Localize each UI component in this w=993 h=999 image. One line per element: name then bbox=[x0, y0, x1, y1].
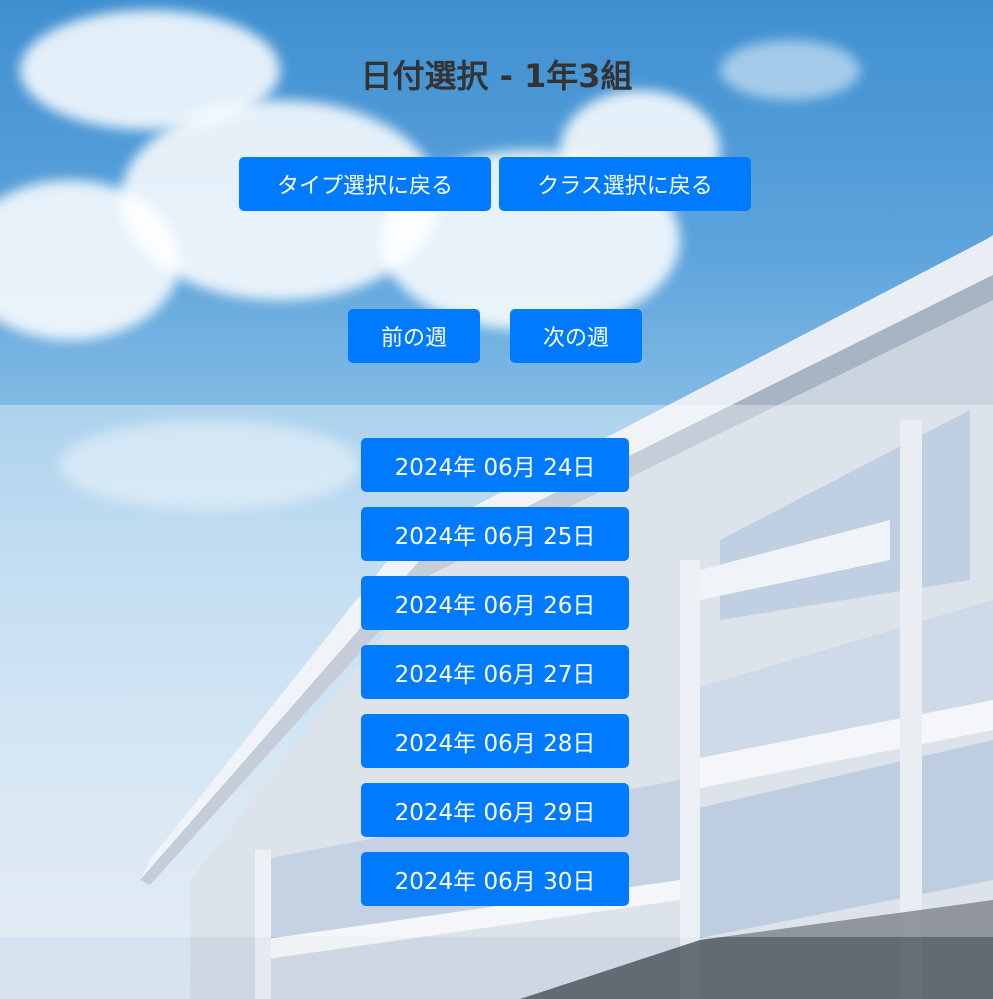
previous-week-button[interactable]: 前の週 bbox=[348, 309, 480, 363]
date-button[interactable]: 2024年 06月 28日 bbox=[361, 714, 629, 768]
page-title: 日付選択 - 1年3組 bbox=[360, 57, 633, 95]
back-to-class-select-button[interactable]: クラス選択に戻る bbox=[499, 157, 751, 211]
date-button[interactable]: 2024年 06月 29日 bbox=[361, 783, 629, 837]
date-button[interactable]: 2024年 06月 24日 bbox=[361, 438, 629, 492]
back-to-type-select-button[interactable]: タイプ選択に戻る bbox=[239, 157, 491, 211]
date-button[interactable]: 2024年 06月 30日 bbox=[361, 852, 629, 906]
next-week-button[interactable]: 次の週 bbox=[510, 309, 642, 363]
date-button[interactable]: 2024年 06月 27日 bbox=[361, 645, 629, 699]
date-button[interactable]: 2024年 06月 25日 bbox=[361, 507, 629, 561]
page-content: 日付選択 - 1年3組 タイプ選択に戻る クラス選択に戻る 前の週 次の週 20… bbox=[0, 0, 993, 999]
date-button[interactable]: 2024年 06月 26日 bbox=[361, 576, 629, 630]
